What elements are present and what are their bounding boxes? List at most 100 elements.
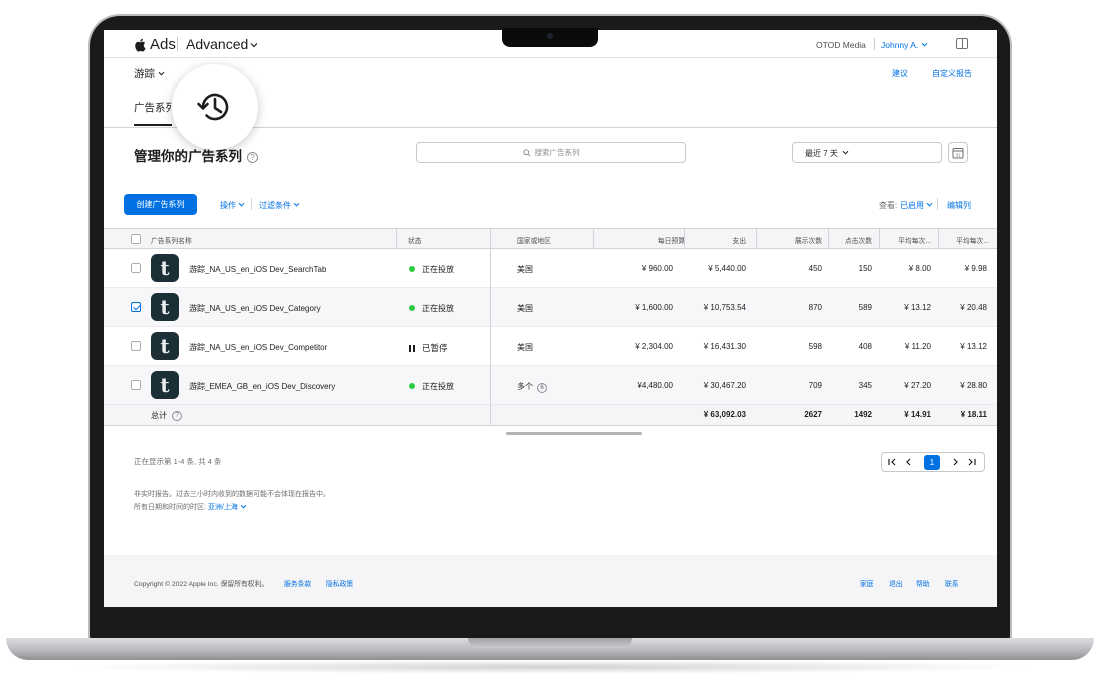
col-separator [490,327,491,366]
apple-ads-logo[interactable]: Ads [134,36,176,53]
col-header-avg2[interactable]: 平均每次... [956,235,989,245]
campaign-name[interactable]: 游踪_NA_US_en_iOS Dev_Competitor [189,342,327,353]
row-checkbox[interactable] [131,341,141,351]
status-text: 正在投放 [422,265,454,274]
home-link[interactable]: 家庭 [860,578,874,588]
actions-menu[interactable]: 操作 [220,200,245,211]
timezone-prefix: 所有日期和时间的时区: [134,504,206,511]
filters-menu[interactable]: 过滤条件 [259,200,300,211]
row-checkbox[interactable] [131,380,141,390]
app-selector[interactable]: 游踪 [134,66,165,81]
help-link[interactable]: 帮助 [916,578,930,588]
tab-campaigns[interactable]: 广告系列 [134,100,172,126]
avg1-cell: ¥ 27.20 [904,381,931,390]
current-page[interactable]: 1 [924,454,940,470]
app-icon: t [151,293,179,321]
chevron-down-icon [158,71,165,76]
pause-icon [409,345,415,352]
table-header: 广告系列名称 状态 国家或地区 每日预算 支出 展示次数 点击次数 平均每次..… [104,228,997,249]
custom-report-link[interactable]: 自定义报告 [932,68,972,79]
impressions-cell: 709 [808,381,822,390]
status-cell: 正在投放 [409,381,454,392]
prev-page-icon[interactable] [902,457,916,467]
view-filter-select[interactable]: 已启用 [900,200,933,211]
select-all-checkbox[interactable] [131,234,141,244]
user-name: Johnny A. [881,40,919,50]
impressions-cell: 450 [808,264,822,273]
col-header-region[interactable]: 国家或地区 [517,235,551,245]
chevron-down-icon [240,504,247,509]
campaign-name[interactable]: 游踪_NA_US_en_iOS Dev_Category [189,303,321,314]
table-row[interactable]: t 游踪_NA_US_en_iOS Dev_SearchTab 正在投放 美国 … [104,249,997,288]
horizontal-scrollbar[interactable] [506,432,642,435]
col-separator [490,229,491,249]
suggestions-link[interactable]: 建议 [892,68,908,79]
spend-cell: ¥ 16,431.30 [703,342,746,351]
col-header-status[interactable]: 状态 [408,235,422,245]
status-cell: 正在投放 [409,303,454,314]
view-value: 已启用 [900,201,924,210]
budget-cell: ¥4,480.00 [637,381,673,390]
camera-notch [502,28,598,47]
chevron-down-icon [293,202,300,207]
filters-label: 过滤条件 [259,201,291,210]
clicks-cell: 589 [858,303,872,312]
row-checkbox[interactable] [131,263,141,273]
clicks-cell: 345 [858,381,872,390]
col-header-avg1[interactable]: 平均每次... [898,235,931,245]
table-row[interactable]: t 游踪_NA_US_en_iOS Dev_Category 正在投放 美国 ¥… [104,288,997,327]
search-input[interactable]: 搜索广告系列 [416,142,686,163]
timezone-select[interactable]: 亚洲/上海 [208,504,247,511]
table-row[interactable]: t 游踪_EMEA_GB_en_iOS Dev_Discovery 正在投放 多… [104,366,997,405]
region-count-badge[interactable]: 6 [537,383,547,393]
total-row: 总计? ¥ 63,092.03 2627 1492 ¥ 14.91 ¥ 18.1… [104,405,997,426]
logout-link[interactable]: 退出 [889,578,903,588]
status-active-dot [409,266,415,272]
toolbar-divider-2 [937,198,938,210]
col-header-budget[interactable]: 每日预算 [658,235,685,245]
row-checkbox[interactable] [131,302,141,312]
col-header-spend[interactable]: 支出 [732,235,746,245]
date-range-select[interactable]: 最近 7 天 [792,142,942,163]
user-menu[interactable]: Johnny A. [881,40,928,50]
col-header-impressions[interactable]: 展示次数 [795,235,822,245]
campaign-name[interactable]: 游踪_EMEA_GB_en_iOS Dev_Discovery [189,381,335,392]
terms-link[interactable]: 服务条款 [284,578,311,588]
calendar-button[interactable]: 31 [948,142,968,163]
help-circle-icon[interactable]: ? [247,152,258,163]
sidebar-panel-icon[interactable] [956,38,968,49]
campaign-name[interactable]: 游踪_NA_US_en_iOS Dev_SearchTab [189,264,326,275]
region-cell: 美国 [517,265,533,274]
contact-link[interactable]: 联系 [945,578,959,588]
privacy-link[interactable]: 隐私政策 [326,578,353,588]
status-text: 正在投放 [422,304,454,313]
total-avg1: ¥ 14.91 [904,410,931,419]
next-page-icon[interactable] [948,457,962,467]
table-row[interactable]: t 游踪_NA_US_en_iOS Dev_Competitor 已暂停 美国 … [104,327,997,366]
first-page-icon[interactable] [882,457,902,467]
avg1-cell: ¥ 11.20 [904,342,931,351]
camera-icon [547,33,553,39]
help-circle-icon[interactable]: ? [172,411,182,421]
date-range-value: 最近 7 天 [805,149,838,158]
spend-cell: ¥ 30,467.20 [703,381,746,390]
screen: Ads Advanced OTOD Media Johnny A. 游踪 建议 … [104,30,997,607]
last-page-icon[interactable] [962,457,982,467]
results-summary: 正在显示第 1-4 条, 共 4 条 [134,457,222,466]
mode-switcher[interactable]: Advanced [186,36,258,52]
laptop-frame: Ads Advanced OTOD Media Johnny A. 游踪 建议 … [0,0,1100,700]
spend-cell: ¥ 5,440.00 [708,264,746,273]
region-cell: 美国 [517,343,533,352]
history-bubble [172,64,258,150]
chevron-down-icon [926,202,933,207]
col-header-name[interactable]: 广告系列名称 [151,235,192,245]
total-impressions: 2627 [804,410,822,419]
avg1-cell: ¥ 8.00 [908,264,931,273]
col-header-clicks[interactable]: 点击次数 [845,235,872,245]
edit-columns-link[interactable]: 编辑列 [947,200,971,211]
col-separator [879,229,880,249]
status-text: 正在投放 [422,382,454,391]
create-campaign-button[interactable]: 创建广告系列 [124,194,197,215]
col-separator [684,229,685,249]
avg1-cell: ¥ 13.12 [904,303,931,312]
